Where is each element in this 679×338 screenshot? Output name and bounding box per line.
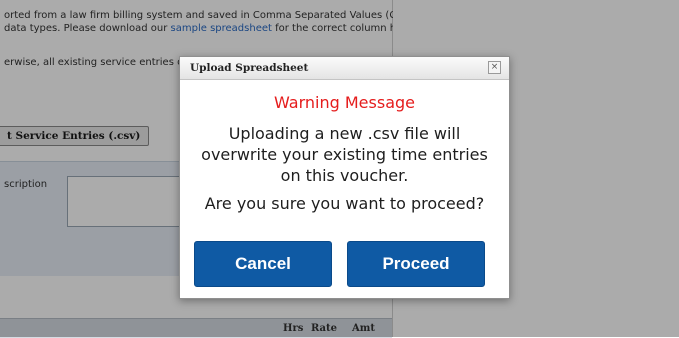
message-line-3: on this voucher. — [280, 166, 409, 185]
confirm-question: Are you sure you want to proceed? — [204, 194, 485, 213]
dialog-titlebar: Upload Spreadsheet × — [180, 57, 509, 80]
close-icon[interactable]: × — [488, 61, 501, 74]
dialog-title: Upload Spreadsheet — [190, 62, 309, 74]
upload-spreadsheet-dialog: Upload Spreadsheet × Warning Message Upl… — [179, 56, 510, 299]
warning-title: Warning Message — [274, 93, 415, 112]
proceed-button[interactable]: Proceed — [347, 241, 485, 287]
cancel-button[interactable]: Cancel — [194, 241, 332, 287]
message-line-1: Uploading a new .csv file will — [228, 124, 461, 143]
warning-message: Uploading a new .csv file will overwrite… — [180, 123, 509, 186]
message-line-2: overwrite your existing time entries — [201, 145, 488, 164]
